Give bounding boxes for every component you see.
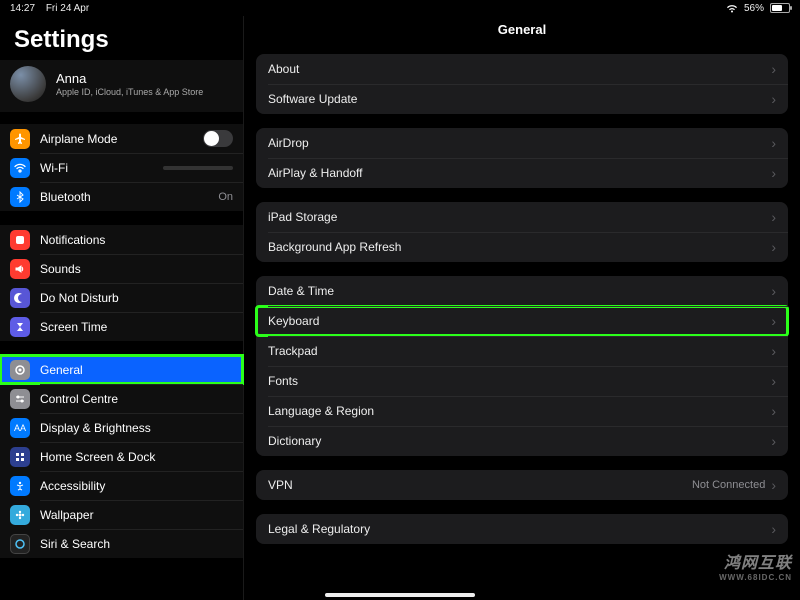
sidebar-item-display-brightness[interactable]: AA Display & Brightness [0, 413, 243, 442]
airplane-icon [10, 129, 30, 149]
sidebar-item-do-not-disturb[interactable]: Do Not Disturb [0, 283, 243, 312]
wifi-settings-icon [10, 158, 30, 178]
sidebar-item-general[interactable]: General [0, 355, 243, 384]
sidebar-item-label: Sounds [40, 262, 233, 276]
sidebar-item-label: Airplane Mode [40, 132, 203, 146]
sidebar-item-screen-time[interactable]: Screen Time [0, 312, 243, 341]
chevron-right-icon: › [771, 313, 776, 329]
sidebar-item-label: Siri & Search [40, 537, 233, 551]
gear-icon [10, 360, 30, 380]
detail-row-vpn[interactable]: VPN Not Connected › [256, 470, 788, 500]
sidebar-item-label: Accessibility [40, 479, 233, 493]
detail-group-storage: iPad Storage› Background App Refresh› [256, 202, 788, 262]
moon-icon [10, 288, 30, 308]
sidebar-item-label: General [40, 363, 233, 377]
detail-row-airdrop[interactable]: AirDrop› [256, 128, 788, 158]
detail-title: General [244, 16, 800, 42]
detail-row-language-region[interactable]: Language & Region› [256, 396, 788, 426]
bluetooth-icon [10, 187, 30, 207]
detail-pane: General About› Software Update› AirDrop› [243, 16, 800, 600]
hourglass-icon [10, 317, 30, 337]
chevron-right-icon: › [771, 135, 776, 151]
brightness-icon: AA [10, 418, 30, 438]
battery-icon [770, 3, 790, 13]
wifi-icon [726, 4, 738, 13]
sidebar-item-bluetooth[interactable]: Bluetooth On [0, 182, 243, 211]
account-name: Anna [56, 71, 203, 86]
chevron-right-icon: › [771, 521, 776, 537]
sidebar-item-label: Do Not Disturb [40, 291, 233, 305]
chevron-right-icon: › [771, 283, 776, 299]
siri-icon [10, 534, 30, 554]
chevron-right-icon: › [771, 403, 776, 419]
sidebar-item-label: Display & Brightness [40, 421, 233, 435]
chevron-right-icon: › [771, 61, 776, 77]
detail-group-airdrop: AirDrop› AirPlay & Handoff› [256, 128, 788, 188]
avatar [10, 66, 46, 102]
sidebar-item-label: Control Centre [40, 392, 233, 406]
chevron-right-icon: › [771, 373, 776, 389]
sidebar-item-notifications[interactable]: Notifications [0, 225, 243, 254]
notifications-icon [10, 230, 30, 250]
detail-row-dictionary[interactable]: Dictionary› [256, 426, 788, 456]
status-battery-pct: 56% [744, 3, 764, 14]
chevron-right-icon: › [771, 209, 776, 225]
detail-row-ipad-storage[interactable]: iPad Storage› [256, 202, 788, 232]
wifi-value-redacted [163, 166, 233, 170]
sidebar-item-label: Notifications [40, 233, 233, 247]
detail-group-legal: Legal & Regulatory› [256, 514, 788, 544]
settings-title: Settings [0, 16, 243, 60]
chevron-right-icon: › [771, 433, 776, 449]
sidebar-item-label: Wallpaper [40, 508, 233, 522]
status-bar: 14:27 Fri 24 Apr 56% [0, 0, 800, 16]
sidebar-item-label: Bluetooth [40, 190, 218, 204]
sounds-icon [10, 259, 30, 279]
grid-icon [10, 447, 30, 467]
sidebar-item-home-screen[interactable]: Home Screen & Dock [0, 442, 243, 471]
svg-text:AA: AA [14, 423, 26, 433]
chevron-right-icon: › [771, 343, 776, 359]
status-time: 14:27 [10, 3, 35, 14]
detail-group-vpn: VPN Not Connected › [256, 470, 788, 500]
detail-group-about: About› Software Update› [256, 54, 788, 114]
sidebar-item-label: Home Screen & Dock [40, 450, 233, 464]
sidebar-item-wifi[interactable]: Wi-Fi [0, 153, 243, 182]
chevron-right-icon: › [771, 165, 776, 181]
detail-row-airplay-handoff[interactable]: AirPlay & Handoff› [256, 158, 788, 188]
detail-row-software-update[interactable]: Software Update› [256, 84, 788, 114]
sidebar-item-sounds[interactable]: Sounds [0, 254, 243, 283]
chevron-right-icon: › [771, 91, 776, 107]
detail-row-fonts[interactable]: Fonts› [256, 366, 788, 396]
detail-row-keyboard[interactable]: Keyboard› [256, 306, 788, 336]
accessibility-icon [10, 476, 30, 496]
sidebar-item-control-centre[interactable]: Control Centre [0, 384, 243, 413]
home-indicator[interactable] [325, 593, 475, 597]
account-row[interactable]: Anna Apple ID, iCloud, iTunes & App Stor… [0, 60, 243, 112]
detail-row-background-app-refresh[interactable]: Background App Refresh› [256, 232, 788, 262]
detail-group-input: Date & Time› Keyboard› Trackpad› Fonts› … [256, 276, 788, 456]
detail-row-about[interactable]: About› [256, 54, 788, 84]
chevron-right-icon: › [771, 239, 776, 255]
sidebar-item-accessibility[interactable]: Accessibility [0, 471, 243, 500]
status-date: Fri 24 Apr [46, 3, 89, 14]
toggles-icon [10, 389, 30, 409]
chevron-right-icon: › [771, 477, 776, 493]
detail-row-trackpad[interactable]: Trackpad› [256, 336, 788, 366]
sidebar-item-wallpaper[interactable]: Wallpaper [0, 500, 243, 529]
sidebar-item-airplane-mode[interactable]: Airplane Mode [0, 124, 243, 153]
account-subtitle: Apple ID, iCloud, iTunes & App Store [56, 87, 203, 97]
detail-row-date-time[interactable]: Date & Time› [256, 276, 788, 306]
sidebar-item-label: Wi-Fi [40, 161, 159, 175]
sidebar-item-label: Screen Time [40, 320, 233, 334]
airplane-toggle[interactable] [203, 130, 233, 147]
settings-sidebar: Settings Anna Apple ID, iCloud, iTunes &… [0, 16, 243, 600]
flower-icon [10, 505, 30, 525]
bluetooth-value: On [218, 191, 233, 203]
sidebar-item-siri-search[interactable]: Siri & Search [0, 529, 243, 558]
detail-row-legal[interactable]: Legal & Regulatory› [256, 514, 788, 544]
vpn-value: Not Connected [692, 479, 765, 491]
